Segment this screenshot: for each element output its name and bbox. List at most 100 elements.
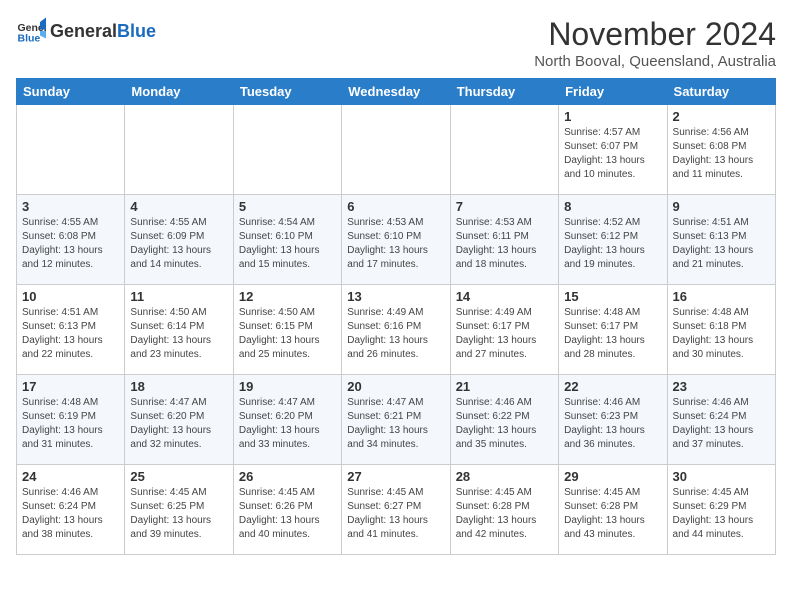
day-number: 24 <box>22 469 119 484</box>
calendar-cell: 10 Sunrise: 4:51 AM Sunset: 6:13 PM Dayli… <box>17 285 125 375</box>
day-info: Sunrise: 4:48 AM Sunset: 6:18 PM Dayligh… <box>673 306 770 362</box>
calendar-cell: 17Sunrise: 4:48 AM Sunset: 6:19 PM Dayli… <box>17 375 125 465</box>
calendar-cell: 3 Sunrise: 4:55 AM Sunset: 6:08 PM Daylig… <box>17 195 125 285</box>
calendar-cell: 6 Sunrise: 4:53 AM Sunset: 6:10 PM Daylig… <box>342 195 450 285</box>
calendar-cell: 14Sunrise: 4:49 AM Sunset: 6:17 PM Dayli… <box>450 285 558 375</box>
day-number: 23 <box>673 379 770 394</box>
day-info: Sunrise: 4:51 AM Sunset: 6:13 PM Dayligh… <box>673 216 770 272</box>
day-number: 2 <box>673 109 770 124</box>
day-number: 11 <box>130 289 227 304</box>
day-number: 28 <box>456 469 553 484</box>
day-number: 18 <box>130 379 227 394</box>
day-number: 3 <box>22 199 119 214</box>
calendar-cell: 20 Sunrise: 4:47 AM Sunset: 6:21 PM Dayli… <box>342 375 450 465</box>
logo-blue: Blue <box>117 21 156 42</box>
week-row-1: 1Sunrise: 4:57 AM Sunset: 6:07 PM Daylig… <box>17 105 776 195</box>
week-row-4: 17Sunrise: 4:48 AM Sunset: 6:19 PM Dayli… <box>17 375 776 465</box>
day-number: 19 <box>239 379 336 394</box>
calendar-cell: 5 Sunrise: 4:54 AM Sunset: 6:10 PM Daylig… <box>233 195 341 285</box>
day-number: 22 <box>564 379 661 394</box>
day-info: Sunrise: 4:47 AM Sunset: 6:21 PM Dayligh… <box>347 396 444 452</box>
calendar-cell <box>17 105 125 195</box>
week-row-5: 24 Sunrise: 4:46 AM Sunset: 6:24 PM Dayli… <box>17 465 776 555</box>
calendar-cell <box>450 105 558 195</box>
day-number: 4 <box>130 199 227 214</box>
calendar-cell: 11 Sunrise: 4:50 AM Sunset: 6:14 PM Dayli… <box>125 285 233 375</box>
day-info: Sunrise: 4:45 AM Sunset: 6:27 PM Dayligh… <box>347 486 444 542</box>
calendar-cell: 7Sunrise: 4:53 AM Sunset: 6:11 PM Daylig… <box>450 195 558 285</box>
location-title: North Booval, Queensland, Australia <box>534 53 776 70</box>
day-info: Sunrise: 4:46 AM Sunset: 6:24 PM Dayligh… <box>22 486 119 542</box>
title-area: November 2024 North Booval, Queensland, … <box>534 16 776 70</box>
day-number: 30 <box>673 469 770 484</box>
day-info: Sunrise: 4:54 AM Sunset: 6:10 PM Dayligh… <box>239 216 336 272</box>
calendar-cell: 30Sunrise: 4:45 AM Sunset: 6:29 PM Dayli… <box>667 465 775 555</box>
calendar-cell: 23 Sunrise: 4:46 AM Sunset: 6:24 PM Dayli… <box>667 375 775 465</box>
day-info: Sunrise: 4:55 AM Sunset: 6:08 PM Dayligh… <box>22 216 119 272</box>
day-info: Sunrise: 4:52 AM Sunset: 6:12 PM Dayligh… <box>564 216 661 272</box>
day-info: Sunrise: 4:47 AM Sunset: 6:20 PM Dayligh… <box>130 396 227 452</box>
week-row-3: 10 Sunrise: 4:51 AM Sunset: 6:13 PM Dayli… <box>17 285 776 375</box>
page-header: General Blue General Blue November 2024 … <box>16 16 776 70</box>
day-number: 25 <box>130 469 227 484</box>
day-number: 21 <box>456 379 553 394</box>
calendar-cell: 4 Sunrise: 4:55 AM Sunset: 6:09 PM Daylig… <box>125 195 233 285</box>
day-info: Sunrise: 4:50 AM Sunset: 6:15 PM Dayligh… <box>239 306 336 362</box>
weekday-header-sunday: Sunday <box>17 79 125 105</box>
calendar-cell: 25 Sunrise: 4:45 AM Sunset: 6:25 PM Dayli… <box>125 465 233 555</box>
day-info: Sunrise: 4:55 AM Sunset: 6:09 PM Dayligh… <box>130 216 227 272</box>
logo-icon: General Blue <box>16 16 46 46</box>
calendar-cell <box>233 105 341 195</box>
day-info: Sunrise: 4:45 AM Sunset: 6:25 PM Dayligh… <box>130 486 227 542</box>
day-info: Sunrise: 4:46 AM Sunset: 6:24 PM Dayligh… <box>673 396 770 452</box>
day-number: 5 <box>239 199 336 214</box>
day-info: Sunrise: 4:46 AM Sunset: 6:23 PM Dayligh… <box>564 396 661 452</box>
calendar-cell: 29 Sunrise: 4:45 AM Sunset: 6:28 PM Dayli… <box>559 465 667 555</box>
month-title: November 2024 <box>534 16 776 53</box>
day-number: 10 <box>22 289 119 304</box>
day-number: 8 <box>564 199 661 214</box>
day-info: Sunrise: 4:49 AM Sunset: 6:16 PM Dayligh… <box>347 306 444 362</box>
day-number: 12 <box>239 289 336 304</box>
calendar-cell: 1Sunrise: 4:57 AM Sunset: 6:07 PM Daylig… <box>559 105 667 195</box>
day-info: Sunrise: 4:50 AM Sunset: 6:14 PM Dayligh… <box>130 306 227 362</box>
day-number: 15 <box>564 289 661 304</box>
calendar-cell <box>125 105 233 195</box>
logo-general: General <box>50 21 117 42</box>
day-number: 13 <box>347 289 444 304</box>
calendar-cell: 16Sunrise: 4:48 AM Sunset: 6:18 PM Dayli… <box>667 285 775 375</box>
calendar-cell: 18 Sunrise: 4:47 AM Sunset: 6:20 PM Dayli… <box>125 375 233 465</box>
calendar-cell: 19 Sunrise: 4:47 AM Sunset: 6:20 PM Dayli… <box>233 375 341 465</box>
weekday-header-row: SundayMondayTuesdayWednesdayThursdayFrid… <box>17 79 776 105</box>
weekday-header-friday: Friday <box>559 79 667 105</box>
day-number: 26 <box>239 469 336 484</box>
day-info: Sunrise: 4:48 AM Sunset: 6:17 PM Dayligh… <box>564 306 661 362</box>
calendar-table: SundayMondayTuesdayWednesdayThursdayFrid… <box>16 78 776 555</box>
calendar-cell: 2 Sunrise: 4:56 AM Sunset: 6:08 PM Daylig… <box>667 105 775 195</box>
weekday-header-thursday: Thursday <box>450 79 558 105</box>
day-info: Sunrise: 4:47 AM Sunset: 6:20 PM Dayligh… <box>239 396 336 452</box>
day-info: Sunrise: 4:53 AM Sunset: 6:10 PM Dayligh… <box>347 216 444 272</box>
day-number: 29 <box>564 469 661 484</box>
calendar-cell: 13 Sunrise: 4:49 AM Sunset: 6:16 PM Dayli… <box>342 285 450 375</box>
svg-text:Blue: Blue <box>18 33 41 45</box>
day-info: Sunrise: 4:45 AM Sunset: 6:28 PM Dayligh… <box>564 486 661 542</box>
weekday-header-tuesday: Tuesday <box>233 79 341 105</box>
day-number: 27 <box>347 469 444 484</box>
calendar-cell: 28Sunrise: 4:45 AM Sunset: 6:28 PM Dayli… <box>450 465 558 555</box>
day-number: 20 <box>347 379 444 394</box>
week-row-2: 3 Sunrise: 4:55 AM Sunset: 6:08 PM Daylig… <box>17 195 776 285</box>
day-info: Sunrise: 4:57 AM Sunset: 6:07 PM Dayligh… <box>564 126 661 182</box>
day-info: Sunrise: 4:46 AM Sunset: 6:22 PM Dayligh… <box>456 396 553 452</box>
day-number: 7 <box>456 199 553 214</box>
logo-text-block: General Blue <box>50 21 156 42</box>
calendar-cell: 12 Sunrise: 4:50 AM Sunset: 6:15 PM Dayli… <box>233 285 341 375</box>
calendar-cell: 21 Sunrise: 4:46 AM Sunset: 6:22 PM Dayli… <box>450 375 558 465</box>
day-number: 17 <box>22 379 119 394</box>
weekday-header-monday: Monday <box>125 79 233 105</box>
calendar-cell <box>342 105 450 195</box>
day-number: 6 <box>347 199 444 214</box>
calendar-cell: 15 Sunrise: 4:48 AM Sunset: 6:17 PM Dayli… <box>559 285 667 375</box>
day-info: Sunrise: 4:51 AM Sunset: 6:13 PM Dayligh… <box>22 306 119 362</box>
day-info: Sunrise: 4:56 AM Sunset: 6:08 PM Dayligh… <box>673 126 770 182</box>
